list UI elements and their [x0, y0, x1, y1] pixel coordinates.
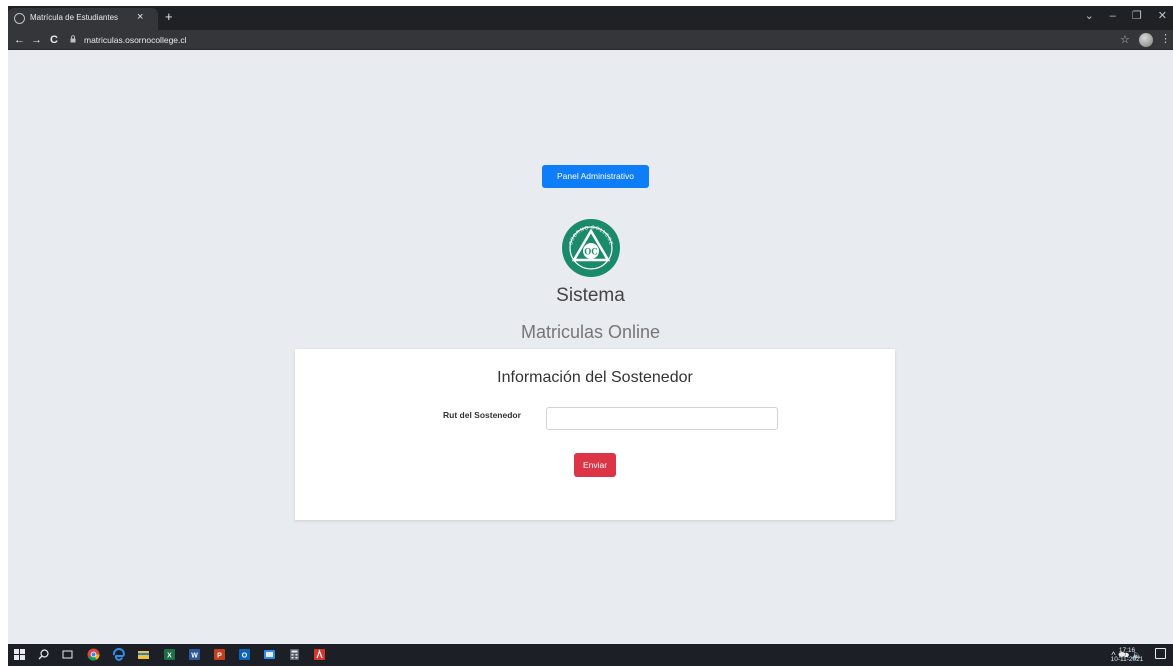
screen: Matrícula de Estudiantes × + ⌄ – ❐ ✕ ← →…: [8, 6, 1173, 666]
chrome-icon[interactable]: [87, 648, 100, 661]
bookmark-star-icon[interactable]: ☆: [1120, 33, 1130, 46]
address-bar[interactable]: matriculas.osornocollege.cl: [84, 35, 187, 45]
task-view-icon[interactable]: [61, 648, 74, 661]
search-icon[interactable]: [37, 648, 50, 661]
svg-text:X: X: [167, 653, 172, 660]
browser-tab-bar: Matrícula de Estudiantes × + ⌄ – ❐ ✕: [8, 6, 1173, 30]
close-window-icon[interactable]: ✕: [1158, 9, 1167, 23]
svg-text:OC: OC: [584, 247, 598, 257]
reload-icon[interactable]: C: [50, 33, 58, 47]
tab-search-icon[interactable]: ⌄: [1085, 9, 1094, 23]
minimize-icon[interactable]: –: [1110, 9, 1116, 23]
acrobat-icon[interactable]: [313, 648, 326, 661]
outlook-icon[interactable]: O: [238, 648, 251, 661]
file-explorer-icon[interactable]: [137, 648, 150, 661]
school-logo: OC OSORNO COLLEGE: [562, 219, 620, 277]
edge-icon[interactable]: [112, 648, 125, 661]
lock-icon[interactable]: [70, 35, 76, 43]
app-icon[interactable]: [263, 648, 276, 661]
browser-toolbar: ← → C matriculas.osornocollege.cl ☆ ⋮: [8, 30, 1173, 50]
tab-title: Matrícula de Estudiantes: [30, 13, 119, 22]
new-tab-icon[interactable]: +: [165, 9, 173, 24]
excel-icon[interactable]: X: [163, 648, 176, 661]
restore-icon[interactable]: ❐: [1132, 9, 1142, 23]
notification-icon[interactable]: [1155, 648, 1166, 659]
taskbar-clock[interactable]: 17:16 10-11-2021: [1109, 646, 1145, 664]
sostenedor-card: Información del Sostenedor Rut del Soste…: [295, 349, 895, 520]
profile-avatar[interactable]: [1139, 33, 1153, 47]
svg-text:O: O: [242, 653, 248, 660]
svg-text:W: W: [191, 653, 198, 660]
system-title: Sistema: [556, 285, 625, 306]
system-subtitle: Matriculas Online: [520, 322, 661, 342]
rut-input[interactable]: [546, 407, 778, 430]
tab-favicon-icon: [14, 13, 25, 24]
page-content: Panel Administrativo OC OSORNO COLLEGE S…: [8, 50, 1173, 644]
word-icon[interactable]: W: [188, 648, 201, 661]
card-title: Información del Sostenedor: [497, 369, 693, 386]
window-controls: ⌄ – ❐ ✕: [1085, 9, 1173, 23]
svg-text:P: P: [217, 653, 222, 660]
tab-close-icon[interactable]: ×: [137, 11, 143, 23]
windows-start-icon[interactable]: [13, 648, 26, 661]
admin-panel-button[interactable]: Panel Administrativo: [542, 165, 649, 188]
forward-icon[interactable]: →: [31, 33, 42, 47]
clock-date: 10-11-2021: [1110, 656, 1144, 663]
windows-taskbar: X W P O ^ 🗪 🔈 17:16 10-11-2021: [8, 644, 1173, 666]
browser-menu-icon[interactable]: ⋮: [1160, 32, 1171, 45]
calculator-icon[interactable]: [288, 648, 301, 661]
submit-button[interactable]: Enviar: [574, 453, 616, 477]
back-icon[interactable]: ←: [14, 33, 25, 47]
clock-time: 17:16: [1118, 647, 1136, 654]
browser-tab[interactable]: Matrícula de Estudiantes ×: [8, 8, 158, 30]
rut-label: Rut del Sostenedor: [443, 410, 521, 420]
powerpoint-icon[interactable]: P: [213, 648, 226, 661]
